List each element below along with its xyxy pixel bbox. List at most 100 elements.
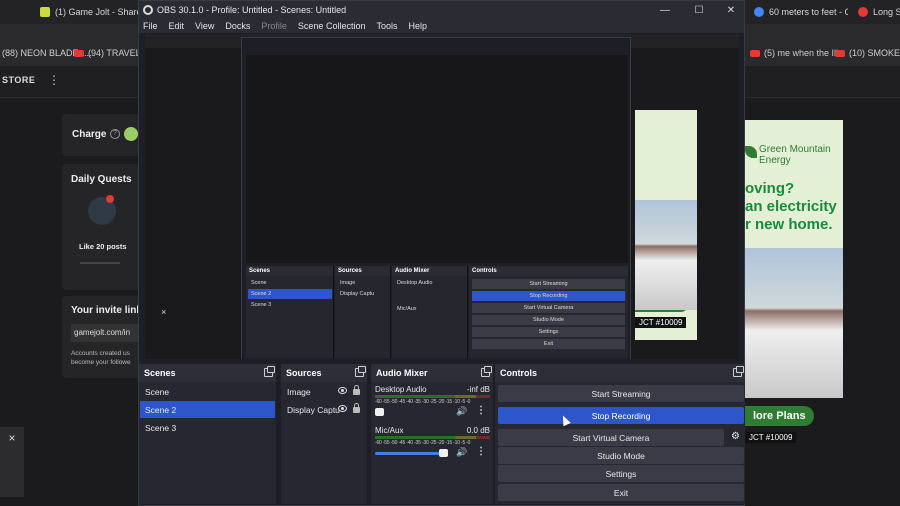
eye-icon[interactable] [338, 405, 347, 412]
menu-docks[interactable]: Docks [225, 21, 250, 31]
start-virtual-camera-button[interactable]: Start Virtual Camera [498, 429, 724, 446]
scene-item-selected[interactable]: Scene 2 [140, 401, 275, 418]
bookmark[interactable]: (10) SMOKED OUT [835, 48, 900, 58]
close-button[interactable]: ✕ [717, 1, 745, 19]
browser-tab-gamejolt[interactable]: (1) Game Jolt - Share × [34, 2, 138, 22]
maximize-button[interactable]: ☐ [685, 1, 713, 19]
nested-obs-window: Scenes Scene Scene 2 Scene 3 Sources Ima… [241, 37, 631, 359]
nested-control-button: Start Streaming [472, 279, 625, 289]
tab-label: Long Scroll [873, 7, 900, 17]
gamejolt-icon [40, 7, 50, 17]
eye-icon[interactable] [338, 387, 347, 394]
dock-title: Audio Mixer [371, 364, 493, 382]
menu-file[interactable]: File [143, 21, 158, 31]
nested-scene-item: Scene 2 [248, 289, 332, 299]
source-name: Display Captu [287, 405, 340, 415]
bookmark[interactable]: (5) me when the Ill... [750, 48, 846, 58]
ad-headline-3: r new home. [745, 216, 833, 233]
stop-recording-button[interactable]: Stop Recording [498, 407, 744, 424]
ad-headline-1: oving? [745, 180, 795, 197]
source-item[interactable]: Display Captu [282, 401, 366, 418]
level-meter [375, 436, 490, 439]
invite-card: Your invite link gamejolt.com/in Account… [62, 296, 142, 378]
youtube-icon [750, 49, 760, 57]
store-link[interactable]: STORE [2, 75, 35, 85]
energy-ad[interactable]: Green Mountain Energy oving? an electric… [745, 120, 843, 398]
ad-brand: Green Mountain Energy [759, 144, 831, 166]
ad-plans-button[interactable]: lore Plans [745, 406, 814, 426]
scenes-dock: Scenes Scene Scene 2 Scene 3 [139, 364, 276, 504]
sources-dock: Sources Image Display Captu [281, 364, 367, 504]
lock-icon[interactable] [353, 385, 360, 395]
house-image [745, 248, 843, 398]
tab-label: 60 meters to feet - G [769, 7, 848, 17]
menu-tools[interactable]: Tools [376, 21, 397, 31]
more-icon[interactable]: ⋮ [48, 73, 60, 87]
source-item[interactable]: Image [282, 383, 366, 400]
gear-icon[interactable]: ⚙ [727, 429, 744, 446]
scene-item[interactable]: Scene 3 [140, 419, 275, 436]
close-button[interactable]: × [0, 427, 24, 497]
settings-button[interactable]: Settings [498, 465, 744, 482]
minimize-button[interactable]: — [651, 1, 679, 19]
speaker-icon[interactable]: 🔊 [456, 406, 467, 417]
exit-button[interactable]: Exit [498, 484, 744, 501]
slider-handle[interactable] [439, 449, 448, 457]
lock-icon[interactable] [353, 403, 360, 413]
nested-dock-title: Controls [469, 266, 628, 276]
undock-icon[interactable] [264, 366, 275, 377]
undock-icon[interactable] [355, 366, 366, 377]
menu-profile[interactable]: Profile [261, 21, 287, 31]
nested-control-button: Start Virtual Camera [472, 303, 625, 313]
ad-code: JCT #10009 [745, 432, 797, 443]
menu-scene-collection[interactable]: Scene Collection [298, 21, 366, 31]
nested-scene-item: Scene [251, 280, 267, 286]
quest-label: Like 20 posts [79, 242, 127, 251]
charge-orb-icon [124, 127, 138, 141]
channel-db: 0.0 dB [466, 426, 490, 435]
heart-icon [858, 7, 868, 17]
google-icon [754, 7, 764, 17]
slider-handle[interactable] [375, 408, 384, 416]
nested-source-item: Image [340, 280, 356, 286]
channel-db: -inf dB [466, 385, 490, 394]
undock-icon[interactable] [481, 366, 492, 377]
invite-desc: become your followe [71, 359, 131, 366]
tab-label: (1) Game Jolt - Share [55, 7, 138, 17]
youtube-icon [74, 49, 84, 57]
obs-logo-icon [143, 5, 153, 15]
menu-view[interactable]: View [195, 21, 214, 31]
scene-item[interactable]: Scene [140, 383, 275, 400]
more-icon[interactable]: ⋮ [476, 405, 486, 416]
preview-canvas[interactable]: Scenes Scene Scene 2 Scene 3 Sources Ima… [145, 34, 739, 359]
browser-tab-scroll[interactable]: Long Scroll [852, 2, 900, 22]
menu-edit[interactable]: Edit [169, 21, 185, 31]
invite-desc: Accounts created us [71, 350, 130, 357]
nested-mixer-dock: Audio Mixer Desktop Audio Mic/Aux [392, 266, 468, 358]
nested-source-item: Display Captu [340, 291, 375, 297]
charge-label: Charge [72, 129, 107, 140]
browser-tab-meters[interactable]: 60 meters to feet - G [748, 2, 848, 22]
screen: (1) Game Jolt - Share × 60 meters to fee… [0, 0, 900, 506]
house-image [635, 200, 697, 310]
channel-name: Desktop Audio [375, 385, 427, 394]
nested-control-button: Studio Mode [472, 315, 625, 325]
invite-title: Your invite link [71, 305, 142, 316]
menu-help[interactable]: Help [408, 21, 427, 31]
invite-url-field[interactable]: gamejolt.com/in [71, 324, 140, 342]
ad-code: JCT #10009 [635, 317, 687, 328]
meter-scale: -60 -55 -50 -45 -40 -35 -30 -25 -20 -15 … [375, 440, 471, 446]
speaker-icon[interactable]: 🔊 [456, 447, 467, 458]
leaf-icon [745, 146, 757, 158]
daily-quests-card: Daily Quests Like 20 posts [62, 164, 140, 290]
dock-title: Controls [495, 364, 745, 382]
ad-footer[interactable]: lore Plans JCT #10009 [745, 398, 843, 448]
studio-mode-button[interactable]: Studio Mode [498, 447, 744, 464]
volume-slider[interactable] [375, 452, 443, 455]
undock-icon[interactable] [733, 366, 744, 377]
nested-ad: lore Plans JCT #10009 [635, 110, 697, 340]
start-streaming-button[interactable]: Start Streaming [498, 385, 744, 402]
daily-quests-title: Daily Quests [71, 174, 132, 185]
nested-preview [246, 55, 628, 263]
more-icon[interactable]: ⋮ [476, 446, 486, 457]
